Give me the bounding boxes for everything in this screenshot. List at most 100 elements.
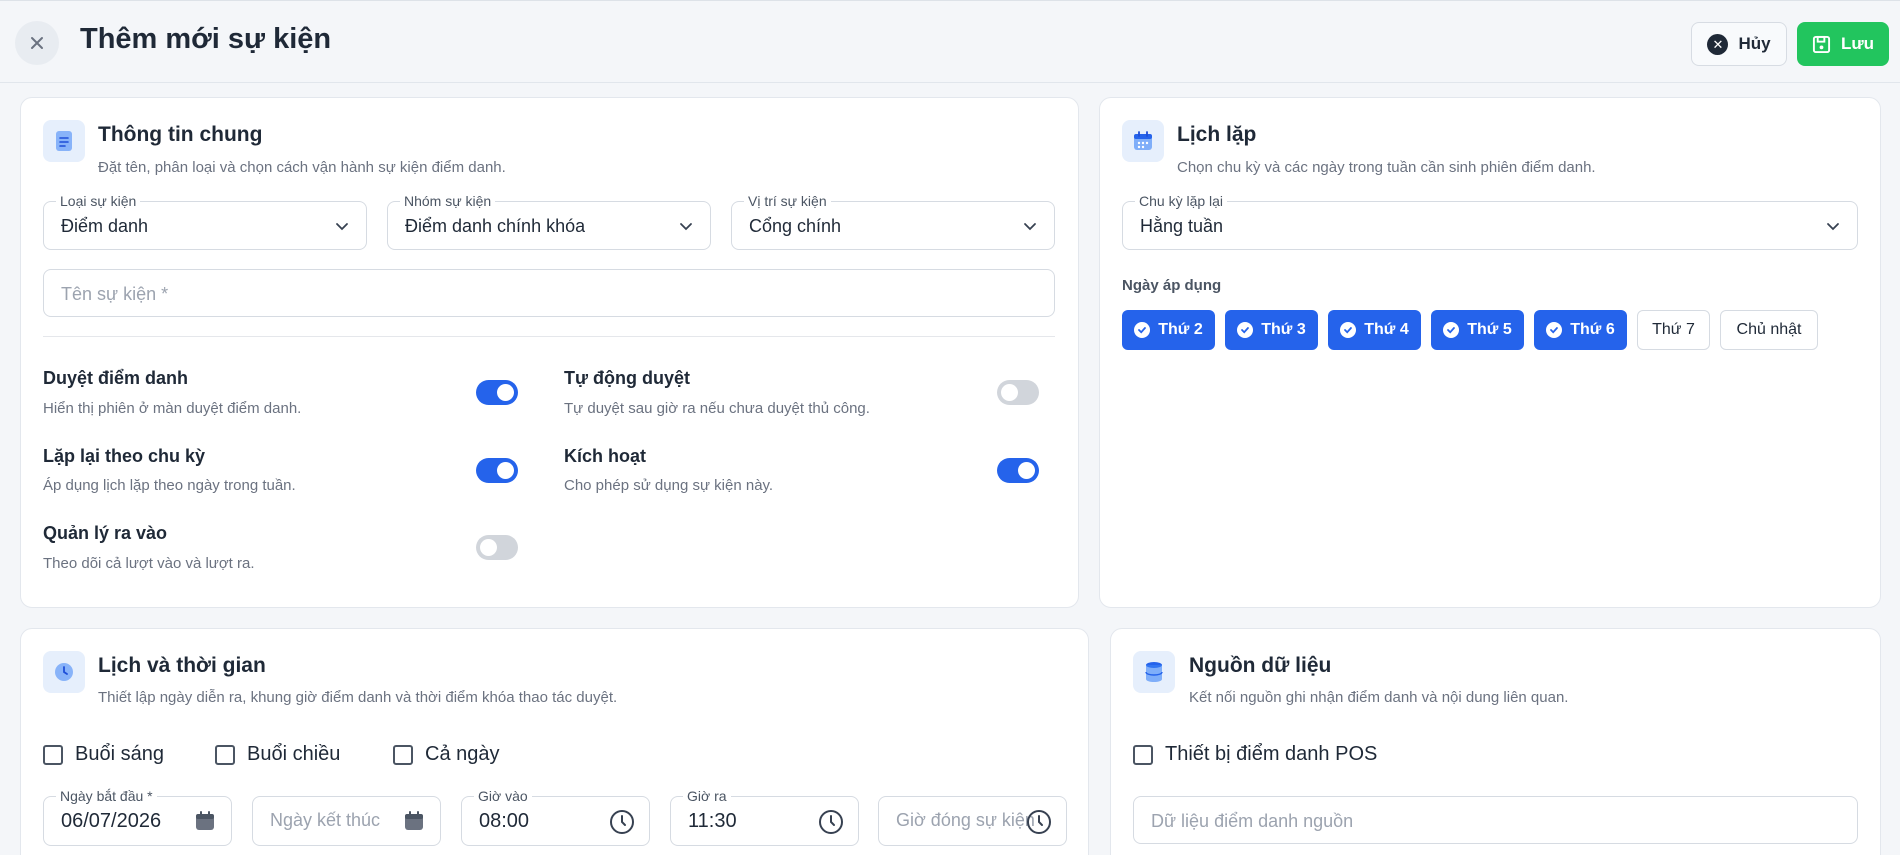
checkbox-box[interactable] bbox=[1133, 744, 1153, 765]
event-location-select[interactable]: Vị trí sự kiện Cổng chính bbox=[731, 193, 1055, 250]
toggle-repeat-desc: Áp dụng lịch lặp theo ngày trong tuần. bbox=[43, 477, 296, 494]
toggle-approval-title: Duyệt điểm danh bbox=[43, 368, 189, 388]
event-type-label: Loại sự kiện bbox=[56, 193, 141, 209]
toggle-approval-switch[interactable] bbox=[476, 380, 518, 405]
save-button[interactable]: Lưu bbox=[1797, 22, 1889, 66]
toggle-active-switch[interactable] bbox=[997, 458, 1039, 483]
time-out-value: 11:30 bbox=[688, 810, 737, 832]
calendar-icon bbox=[196, 811, 214, 830]
toggle-access-desc: Theo dõi cả lượt vào và lượt ra. bbox=[43, 555, 255, 572]
event-group-value: Điểm danh chính khóa bbox=[405, 216, 586, 236]
clock-icon bbox=[43, 651, 85, 693]
start-date-label: Ngày bắt đầu * bbox=[56, 788, 157, 804]
day-chip-label: Thứ 2 bbox=[1158, 321, 1203, 338]
checkbox-box[interactable] bbox=[215, 744, 235, 765]
document-icon bbox=[43, 120, 85, 162]
toggle-active-desc: Cho phép sử dụng sự kiện này. bbox=[564, 477, 774, 494]
day-chip-wed[interactable]: Thứ 4 bbox=[1328, 310, 1421, 350]
close-button[interactable] bbox=[15, 21, 59, 65]
database-icon bbox=[1133, 651, 1175, 693]
day-chip-label: Thứ 6 bbox=[1570, 321, 1615, 338]
source-card-title: Nguồn dữ liệu bbox=[1189, 654, 1332, 677]
checkbox-morning[interactable]: Buổi sáng bbox=[43, 743, 164, 766]
day-chip-label: Thứ 5 bbox=[1467, 321, 1512, 338]
event-type-value: Điểm danh bbox=[61, 216, 149, 236]
divider bbox=[43, 336, 1055, 337]
time-in-label: Giờ vào bbox=[474, 788, 532, 804]
checkbox-pos-device[interactable]: Thiết bị điểm danh POS bbox=[1133, 743, 1377, 766]
cancel-button-label: Hủy bbox=[1738, 34, 1771, 53]
source-card-subtitle: Kết nối nguồn ghi nhận điểm danh và nội … bbox=[1189, 689, 1569, 706]
time-out-field[interactable]: Giờ ra 11:30 bbox=[670, 788, 859, 846]
chevron-down-icon bbox=[680, 223, 692, 231]
checkbox-box[interactable] bbox=[393, 744, 413, 765]
checkbox-morning-label: Buổi sáng bbox=[75, 743, 164, 765]
day-chip-fri[interactable]: Thứ 6 bbox=[1534, 310, 1627, 350]
general-card-title: Thông tin chung bbox=[98, 123, 263, 146]
save-icon bbox=[1812, 35, 1831, 53]
check-icon bbox=[1237, 322, 1254, 338]
clock-icon bbox=[1027, 810, 1051, 834]
start-date-field[interactable]: Ngày bắt đầu * 06/07/2026 bbox=[43, 788, 232, 846]
toggle-auto-approve-title: Tự động duyệt bbox=[564, 368, 691, 388]
toggle-repeat-switch[interactable] bbox=[476, 458, 518, 483]
general-card-subtitle: Đặt tên, phân loại và chọn cách vận hành… bbox=[98, 159, 506, 176]
checkbox-afternoon[interactable]: Buổi chiều bbox=[215, 743, 340, 766]
event-type-select[interactable]: Loại sự kiện Điểm danh bbox=[43, 193, 367, 250]
repeat-card-title: Lịch lặp bbox=[1177, 123, 1257, 146]
toggle-repeat-title: Lặp lại theo chu kỳ bbox=[43, 446, 206, 466]
event-name-input[interactable]: Tên sự kiện * bbox=[43, 269, 1055, 317]
chevron-down-icon bbox=[1024, 223, 1036, 231]
time-out-label: Giờ ra bbox=[683, 788, 731, 804]
chevron-down-icon bbox=[336, 223, 348, 231]
day-chip-label: Thứ 7 bbox=[1652, 321, 1695, 338]
toggle-auto-approve-switch[interactable] bbox=[997, 380, 1039, 405]
calendar-icon bbox=[1122, 120, 1164, 162]
chevron-down-icon bbox=[1827, 223, 1839, 231]
event-location-label: Vị trí sự kiện bbox=[744, 193, 831, 209]
close-time-field[interactable]: Giờ đóng sự kiện bbox=[878, 796, 1067, 846]
event-group-select[interactable]: Nhóm sự kiện Điểm danh chính khóa bbox=[387, 193, 711, 250]
close-time-placeholder: Giờ đóng sự kiện bbox=[896, 810, 1035, 830]
close-icon bbox=[31, 37, 43, 49]
time-in-field[interactable]: Giờ vào 08:00 bbox=[461, 788, 650, 846]
clock-icon bbox=[819, 810, 843, 834]
day-chip-sun[interactable]: Chủ nhật bbox=[1720, 310, 1818, 350]
toggle-access-switch[interactable] bbox=[476, 535, 518, 560]
repeat-cycle-value: Hằng tuần bbox=[1140, 216, 1224, 236]
repeat-cycle-label: Chu kỳ lặp lại bbox=[1135, 193, 1228, 209]
toggle-auto-approve-desc: Tự duyệt sau giờ ra nếu chưa duyệt thủ c… bbox=[564, 400, 870, 417]
day-chip-tue[interactable]: Thứ 3 bbox=[1225, 310, 1318, 350]
schedule-card-subtitle: Thiết lập ngày diễn ra, khung giờ điểm d… bbox=[98, 689, 618, 706]
end-date-field[interactable]: Ngày kết thúc bbox=[252, 796, 441, 846]
event-location-value: Cổng chính bbox=[749, 216, 842, 236]
time-in-value: 08:00 bbox=[479, 810, 530, 832]
check-icon bbox=[1340, 322, 1357, 338]
event-name-placeholder: Tên sự kiện * bbox=[61, 284, 169, 304]
toggle-approval-desc: Hiển thị phiên ở màn duyệt điểm danh. bbox=[43, 400, 302, 417]
repeat-card-subtitle: Chọn chu kỳ và các ngày trong tuần cần s… bbox=[1177, 159, 1596, 176]
source-data-placeholder: Dữ liệu điểm danh nguồn bbox=[1151, 811, 1354, 831]
source-data-input[interactable]: Dữ liệu điểm danh nguồn bbox=[1133, 796, 1858, 844]
toggle-active-title: Kích hoạt bbox=[564, 446, 647, 466]
save-button-label: Lưu bbox=[1840, 34, 1875, 53]
check-icon bbox=[1134, 322, 1151, 338]
day-chip-label: Thứ 3 bbox=[1261, 321, 1306, 338]
end-date-placeholder: Ngày kết thúc bbox=[270, 810, 381, 830]
cancel-button[interactable]: ✕ Hủy bbox=[1691, 22, 1787, 66]
toggle-access-title: Quản lý ra vào bbox=[43, 523, 168, 543]
checkbox-box[interactable] bbox=[43, 744, 63, 765]
day-chip-thu[interactable]: Thứ 5 bbox=[1431, 310, 1524, 350]
check-icon bbox=[1443, 322, 1460, 338]
day-chip-sat[interactable]: Thứ 7 bbox=[1637, 310, 1710, 350]
clock-icon bbox=[610, 810, 634, 834]
close-circle-icon: ✕ bbox=[1707, 33, 1729, 55]
checkbox-pos-device-label: Thiết bị điểm danh POS bbox=[1165, 743, 1378, 765]
check-icon bbox=[1546, 322, 1563, 338]
calendar-icon bbox=[405, 811, 423, 830]
checkbox-fullday[interactable]: Cả ngày bbox=[393, 743, 500, 766]
day-chip-label: Chủ nhật bbox=[1736, 321, 1802, 338]
schedule-card-title: Lịch và thời gian bbox=[98, 654, 266, 677]
day-chip-mon[interactable]: Thứ 2 bbox=[1122, 310, 1215, 350]
repeat-cycle-select[interactable]: Chu kỳ lặp lại Hằng tuần bbox=[1122, 193, 1858, 250]
